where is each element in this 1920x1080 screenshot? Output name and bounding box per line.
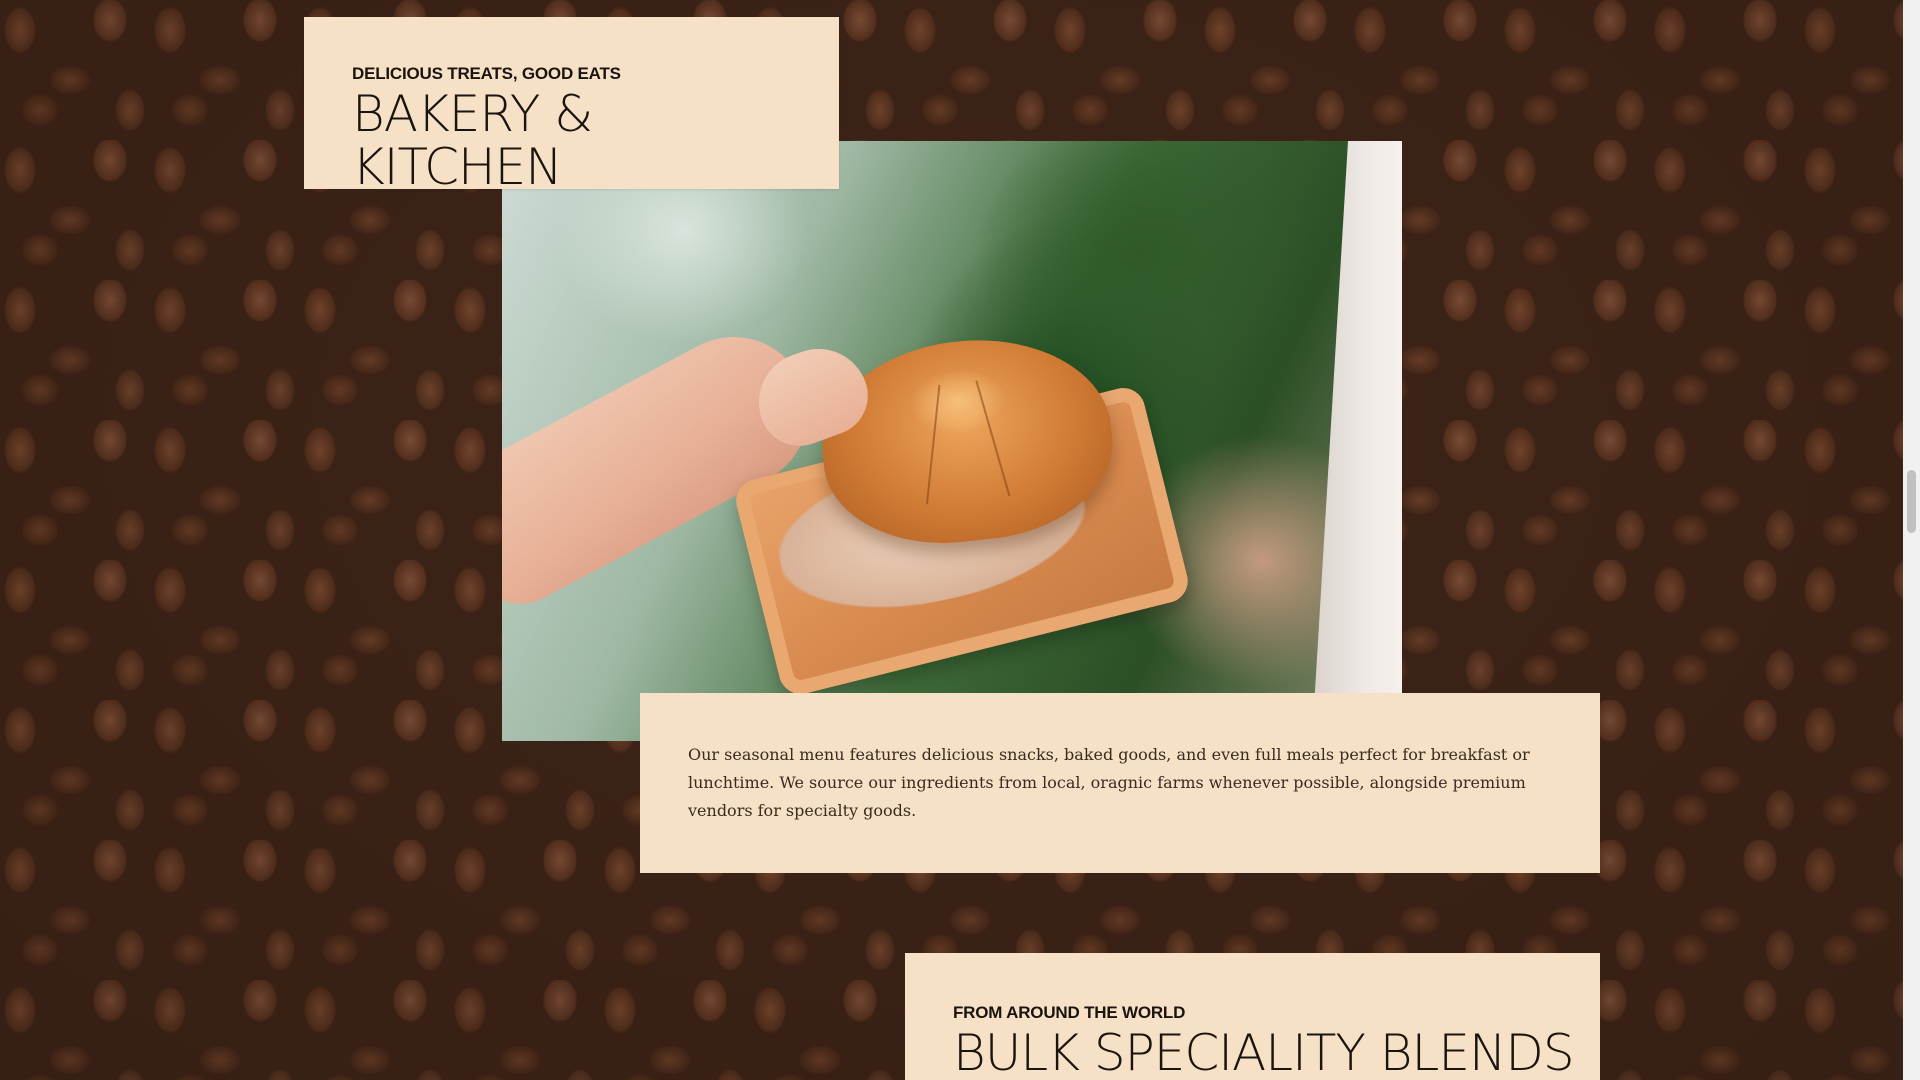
page-scrollbar[interactable] [1903,0,1920,1080]
bakery-heading: BAKERY & KITCHEN [352,85,593,196]
blends-heading: BULK SPECIALITY BLENDS [953,1024,1575,1080]
croissant-photo [502,141,1402,741]
bakery-title-panel: DELICIOUS TREATS, GOOD EATS BAKERY & KIT… [304,17,839,193]
photo-wall [1312,141,1402,741]
menu-description-text: Our seasonal menu features delicious sna… [688,745,1530,820]
blends-eyebrow: FROM AROUND THE WORLD [953,1003,1186,1022]
scrollbar-thumb[interactable] [1907,470,1916,533]
bakery-eyebrow: DELICIOUS TREATS, GOOD EATS [352,64,621,83]
blends-title-panel: FROM AROUND THE WORLD BULK SPECIALITY BL… [905,953,1600,1080]
menu-description-panel: Our seasonal menu features delicious sna… [640,693,1600,873]
